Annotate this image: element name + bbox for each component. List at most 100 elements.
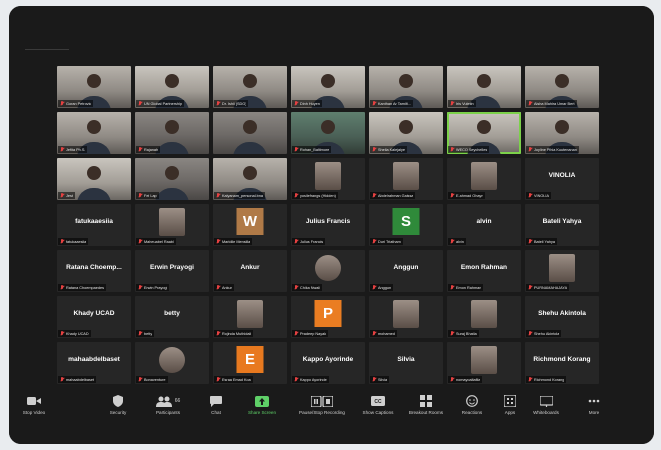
participant-tile[interactable]: E Esraa Emad Koa bbox=[213, 342, 287, 384]
participant-tile[interactable]: Chika Nwali bbox=[291, 250, 365, 292]
participant-tile[interactable]: PURNAMAHAJAYA bbox=[525, 250, 599, 292]
participant-tile[interactable]: Dinh Huyen bbox=[291, 66, 365, 108]
participant-tile[interactable]: Kalyanam_personal.bna bbox=[213, 158, 287, 200]
svg-text:CC: CC bbox=[374, 399, 382, 405]
participant-label-text: Kappo Ayorinde bbox=[300, 377, 327, 382]
participant-tile[interactable]: Silvia Silvia bbox=[369, 342, 443, 384]
participant-name-label: Aisha Mahira Umar Bert bbox=[526, 100, 577, 107]
participant-tile[interactable]: Jest bbox=[57, 158, 131, 200]
participant-label-text: Jefita Ph.S. bbox=[66, 147, 86, 152]
participant-label-text: mohamed bbox=[378, 331, 395, 336]
mic-muted-icon bbox=[528, 193, 532, 198]
participant-tile[interactable]: Kanthan Ar Tamilt... bbox=[369, 66, 443, 108]
participants-icon: 66 bbox=[145, 395, 191, 407]
profile-picture bbox=[393, 162, 419, 190]
participant-tile[interactable]: Julius Francis Julius Francis bbox=[291, 204, 365, 246]
mic-muted-icon bbox=[450, 101, 454, 106]
participant-name-label: Sheila Kalejaiye bbox=[370, 146, 408, 153]
participant-tile[interactable]: betty betty bbox=[135, 296, 209, 338]
participant-display-name: Ratana Choemp... bbox=[66, 264, 122, 271]
participant-tile[interactable]: Dr. Ishii (SDG) bbox=[213, 66, 287, 108]
security-button[interactable]: Security bbox=[95, 395, 141, 415]
participant-label-text: Silvia bbox=[378, 377, 388, 382]
participant-name-label: Suraj Bhatia bbox=[448, 330, 479, 337]
participant-name-label: Jefita Ph.S. bbox=[58, 146, 88, 153]
participant-tile[interactable]: Shehu Akintola Shehu Akintola bbox=[525, 296, 599, 338]
participant-tile[interactable] bbox=[213, 112, 287, 154]
participant-tile[interactable]: Aisha Mahira Umar Bert bbox=[525, 66, 599, 108]
participant-tile[interactable]: Erwin Prayogi Erwin Prayogi bbox=[135, 250, 209, 292]
participant-tile[interactable]: fatukaaesiia fatukaaesiia bbox=[57, 204, 131, 246]
participant-tile[interactable]: VINOLIA VINOLIA bbox=[525, 158, 599, 200]
participant-tile[interactable]: nomayoaltafila bbox=[447, 342, 521, 384]
mic-muted-icon bbox=[372, 377, 376, 382]
stop-video-button[interactable]: Stop Video bbox=[11, 395, 57, 415]
participant-tile[interactable]: Rojinda Muthidali bbox=[213, 296, 287, 338]
mic-muted-icon bbox=[450, 331, 454, 336]
participant-label-text: Goran Petrovic bbox=[66, 101, 92, 106]
participant-tile[interactable]: Bateli Yahya Bateli Yahya bbox=[525, 204, 599, 246]
show-captions-button[interactable]: CC Show Captions bbox=[355, 395, 401, 415]
participant-label-text: UN Global Partnership bbox=[144, 101, 182, 106]
mic-muted-icon bbox=[528, 377, 532, 382]
mic-muted-icon bbox=[60, 239, 64, 244]
participant-tile[interactable]: P Pradeep Nayak bbox=[291, 296, 365, 338]
more-button[interactable]: More bbox=[571, 395, 617, 415]
participant-tile[interactable]: E.ahmad Ohayn bbox=[447, 158, 521, 200]
participant-tile[interactable]: Anggun Anggun bbox=[369, 250, 443, 292]
participant-label-text: Maheuabel Raabl bbox=[144, 239, 174, 244]
participant-tile[interactable]: Abdelrahman Gaissa bbox=[369, 158, 443, 200]
participant-label-text: Rohan_Baltimore bbox=[300, 147, 330, 152]
chat-label: Chat bbox=[211, 410, 221, 415]
participant-tile[interactable]: Rohan_Baltimore bbox=[291, 112, 365, 154]
participant-tile[interactable]: Ankur Ankur bbox=[213, 250, 287, 292]
participant-tile[interactable]: S Duri Triatham bbox=[369, 204, 443, 246]
breakout-rooms-button[interactable]: Breakout Rooms bbox=[403, 395, 449, 415]
whiteboards-label: Whiteboards bbox=[533, 410, 559, 415]
participant-tile[interactable]: Goran Petrovic bbox=[57, 66, 131, 108]
participant-tile[interactable]: Sheila Kalejaiye bbox=[369, 112, 443, 154]
meeting-toolbar: Stop Video Security 66 Participants Chat bbox=[9, 392, 654, 422]
share-screen-icon bbox=[239, 395, 285, 407]
whiteboards-button[interactable]: Whiteboards bbox=[523, 395, 569, 415]
pause-stop-recording-button[interactable]: Pause/Stop Recording bbox=[291, 395, 353, 415]
participant-name-label: Iris Vuletin bbox=[448, 100, 476, 107]
mic-muted-icon bbox=[372, 147, 376, 152]
participant-tile[interactable]: Maheuabel Raabl bbox=[135, 204, 209, 246]
participant-tile[interactable]: Rajanah bbox=[135, 112, 209, 154]
participant-label-text: Ankur bbox=[222, 285, 232, 290]
participant-name-label: WECO Seychelles bbox=[448, 146, 490, 153]
participants-button[interactable]: 66 Participants bbox=[145, 395, 191, 415]
participant-tile[interactable]: Fei Lap bbox=[135, 158, 209, 200]
participant-tile[interactable]: Bonaventure bbox=[135, 342, 209, 384]
participant-name-label: VINOLIA bbox=[526, 192, 551, 199]
mic-muted-icon bbox=[372, 101, 376, 106]
participant-tile[interactable]: mohamed bbox=[369, 296, 443, 338]
participant-tile[interactable]: Jefita Ph.S. bbox=[57, 112, 131, 154]
participant-tile[interactable]: Joyline Pihia Kuutenanan bbox=[525, 112, 599, 154]
mic-muted-icon bbox=[60, 331, 64, 336]
participant-name-label: PURNAMAHAJAYA bbox=[526, 284, 570, 291]
participant-tile[interactable]: WECO Seychelles bbox=[447, 112, 521, 154]
mic-muted-icon bbox=[60, 101, 64, 106]
participant-tile[interactable]: Suraj Bhatia bbox=[447, 296, 521, 338]
participant-tile[interactable]: Richmond Korang Richmond Korang bbox=[525, 342, 599, 384]
share-screen-button[interactable]: Share Screen bbox=[239, 395, 285, 415]
chat-button[interactable]: Chat bbox=[193, 395, 239, 415]
participant-tile[interactable]: Emon Rahman Emon Rahman bbox=[447, 250, 521, 292]
participant-tile[interactable]: alvin alvin bbox=[447, 204, 521, 246]
profile-picture bbox=[315, 255, 341, 281]
participant-video-head bbox=[399, 120, 413, 134]
participant-tile[interactable]: W Maridile Mensiila bbox=[213, 204, 287, 246]
participant-tile[interactable]: Iris Vuletin bbox=[447, 66, 521, 108]
participant-tile[interactable]: yosilefrangs (Hidden) bbox=[291, 158, 365, 200]
participant-tile[interactable]: Ratana Choemp... Ratana Choempaedes bbox=[57, 250, 131, 292]
participant-tile[interactable]: Kappo Ayorinde Kappo Ayorinde bbox=[291, 342, 365, 384]
participant-name-label: Bateli Yahya bbox=[526, 238, 557, 245]
participant-label-text: Kanthan Ar Tamilt... bbox=[378, 101, 411, 106]
participant-tile[interactable]: UN Global Partnership bbox=[135, 66, 209, 108]
mic-muted-icon bbox=[450, 285, 454, 290]
participant-tile[interactable]: mahaabdelbaset mahaabdelbaset bbox=[57, 342, 131, 384]
participant-tile[interactable]: Khady UCAD Khady UCAD bbox=[57, 296, 131, 338]
participant-video-head bbox=[477, 74, 491, 88]
